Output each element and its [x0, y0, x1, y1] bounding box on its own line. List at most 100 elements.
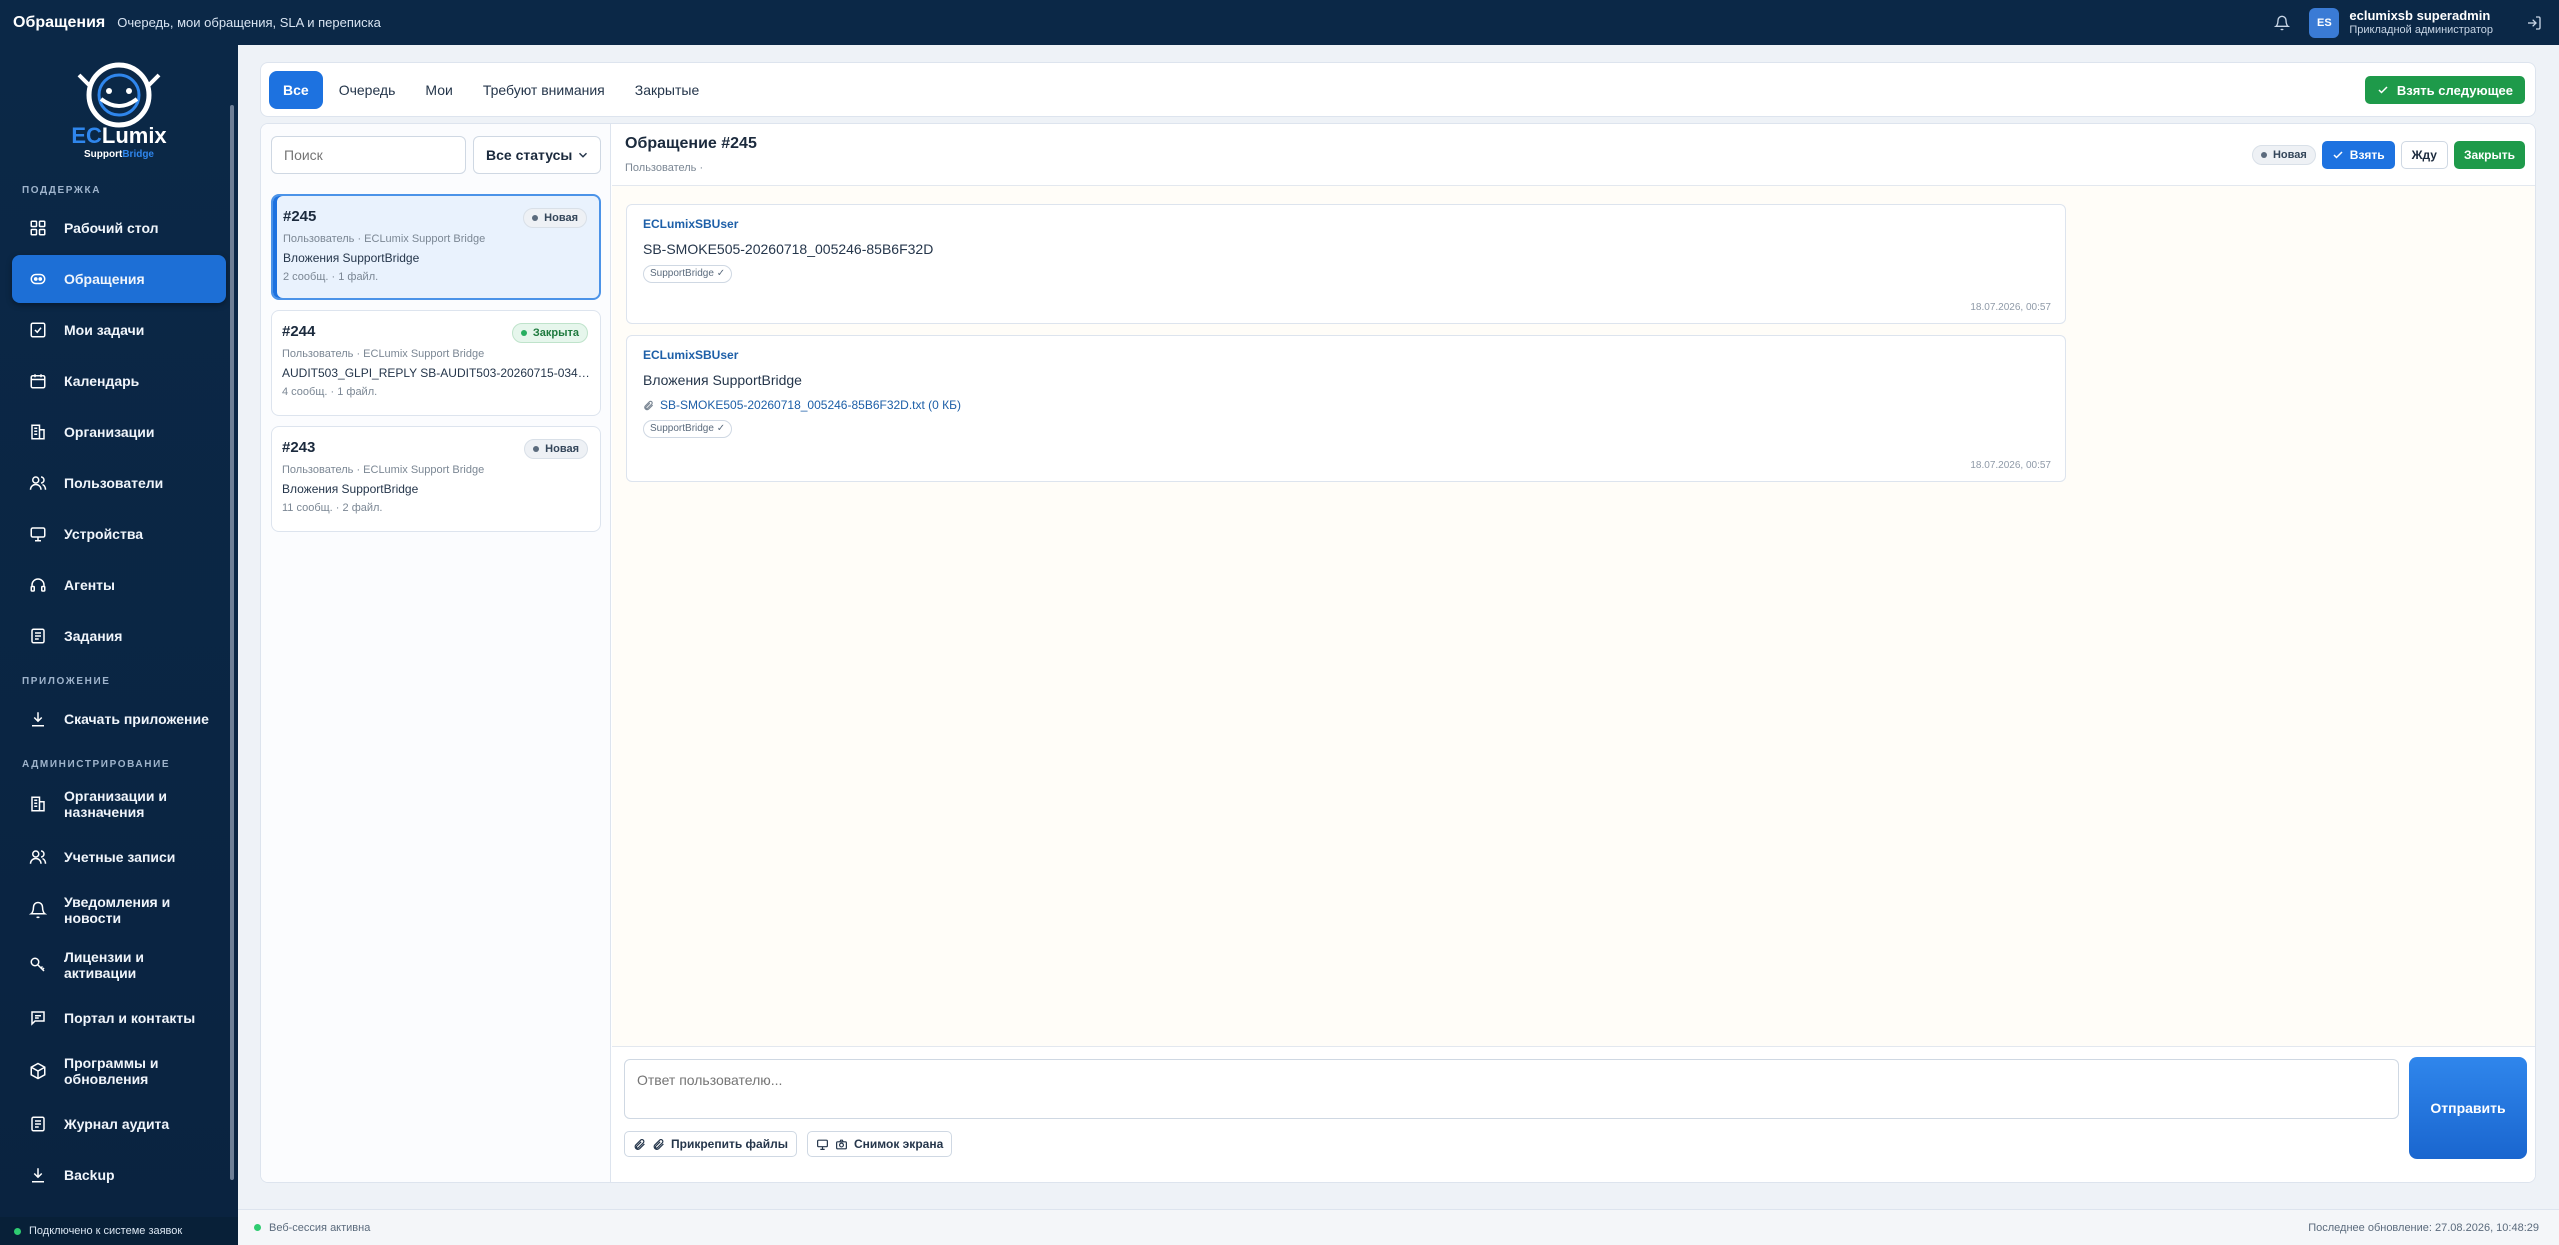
journal-icon [28, 1114, 48, 1134]
checkbox-icon [28, 320, 48, 340]
take-button-label: Взять [2349, 148, 2385, 162]
paperclip-icon [643, 400, 654, 411]
ticket-requester: Пользователь · [625, 162, 704, 174]
sidebar-scrollbar[interactable] [230, 105, 234, 1180]
sidebar-item-org-assignments[interactable]: Организации и назначения [12, 778, 226, 830]
logout-icon[interactable] [2523, 12, 2545, 34]
tab-attention[interactable]: Требуют внимания [469, 71, 619, 109]
tab-queue[interactable]: Очередь [325, 71, 410, 109]
app-subtitle: Очередь, мои обращения, SLA и переписка [117, 15, 381, 30]
key-icon [28, 955, 48, 975]
ticket-item[interactable]: #245 Новая Пользователь · ECLumix Suppor… [271, 194, 601, 300]
users-icon [28, 847, 48, 867]
sidebar-item-devices[interactable]: Устройства [12, 510, 226, 558]
source-chip: SupportBridge ✓ [643, 265, 733, 283]
tab-closed[interactable]: Закрытые [621, 71, 713, 109]
tab-mine[interactable]: Мои [411, 71, 466, 109]
status-dot-icon [14, 1227, 21, 1235]
sidebar-item-dashboard[interactable]: Рабочий стол [12, 204, 226, 252]
take-next-label: Взять следующее [2396, 82, 2513, 98]
sidebar-item-notifications[interactable]: Уведомления и новости [12, 884, 226, 936]
close-button[interactable]: Закрыть [2453, 141, 2525, 169]
send-button[interactable]: Отправить [2409, 1057, 2527, 1159]
connection-status: Подключено к системе заявок [0, 1217, 238, 1245]
sidebar-item-label: Скачать приложение [64, 711, 209, 727]
sidebar-item-calendar[interactable]: Календарь [12, 357, 226, 405]
ticket-item[interactable]: #243 Новая Пользователь · ECLumix Suppor… [271, 426, 601, 532]
status-badge: Новая [523, 208, 587, 228]
user-info[interactable]: eclumixsb superadmin Прикладной админист… [2349, 8, 2493, 37]
sidebar-item-licenses[interactable]: Лицензии и активации [12, 939, 226, 991]
sidebar-item-label: Портал и контакты [64, 1010, 196, 1026]
sidebar-item-agents[interactable]: Агенты [12, 561, 226, 609]
logo-ec: EC [71, 123, 102, 148]
ticket-item[interactable]: #244 Закрыта Пользователь · ECLumix Supp… [271, 310, 601, 416]
sidebar-item-users[interactable]: Пользователи [12, 459, 226, 507]
wait-button[interactable]: Жду [2400, 141, 2448, 169]
sidebar-item-audit[interactable]: Журнал аудита [12, 1100, 226, 1148]
paperclip-icon [633, 1138, 646, 1151]
sidebar-item-programs[interactable]: Программы и обновления [12, 1045, 226, 1097]
headset-icon [28, 575, 48, 595]
sidebar-item-backup[interactable]: Backup [12, 1151, 226, 1199]
status-badge-label: Закрыта [532, 327, 579, 339]
message-text: Вложения SupportBridge [643, 372, 802, 388]
sidebar-item-label: Учетные записи [64, 849, 176, 865]
session-status: Веб-сессия активна [269, 1221, 371, 1234]
take-button[interactable]: Взять [2321, 141, 2395, 169]
logo[interactable]: ECLumix SupportBridge [0, 45, 238, 175]
tickets-panel: Все статусы #245 Новая Пользователь · EC… [260, 123, 2536, 1183]
reply-composer: Отправить Прикрепить файлы Снимок экрана [612, 1046, 2535, 1182]
status-badge-label: Новая [2272, 149, 2307, 161]
ticket-list: Все статусы #245 Новая Пользователь · EC… [261, 124, 611, 1182]
sidebar-item-my-tasks[interactable]: Мои задачи [12, 306, 226, 354]
section-app: ПРИЛОЖЕНИЕ [22, 676, 111, 687]
tab-bar: Все Очередь Мои Требуют внимания Закрыты… [260, 62, 2536, 117]
status-dot-icon [254, 1224, 261, 1231]
list-icon [28, 626, 48, 646]
building-icon [28, 422, 48, 442]
status-footer: Веб-сессия активна Последнее обновление:… [238, 1209, 2559, 1245]
sidebar-item-accounts[interactable]: Учетные записи [12, 833, 226, 881]
chevron-down-icon [576, 148, 590, 165]
sidebar-item-tickets[interactable]: Обращения [12, 255, 226, 303]
user-role: Прикладной администратор [2349, 23, 2493, 36]
tab-all[interactable]: Все [269, 70, 323, 109]
screenshot-button[interactable]: Снимок экрана [807, 1131, 953, 1157]
last-updated: Последнее обновление: 27.08.2026, 10:48:… [2308, 1221, 2539, 1234]
status-filter-select[interactable]: Все статусы [473, 136, 601, 174]
connection-status-text: Подключено к системе заявок [29, 1225, 183, 1237]
sidebar-item-label: Уведомления и новости [64, 893, 171, 926]
download-icon [28, 1165, 48, 1185]
ticket-title: Обращение #245 [625, 135, 757, 152]
ticket-subject: Вложения SupportBridge [282, 482, 419, 496]
sidebar-item-portal[interactable]: Портал и контакты [12, 994, 226, 1042]
building-icon [28, 794, 48, 814]
sidebar-item-organizations[interactable]: Организации [12, 408, 226, 456]
chat-icon [28, 269, 48, 289]
ticket-subject: Вложения SupportBridge [283, 251, 420, 265]
calendar-icon [28, 371, 48, 391]
attach-files-button[interactable]: Прикрепить файлы [624, 1131, 797, 1157]
attachment-link[interactable]: SB-SMOKE505-20260718_005246-85B6F32D.txt… [643, 398, 2049, 412]
status-badge-label: Новая [545, 443, 579, 455]
sidebar-item-download-app[interactable]: Скачать приложение [12, 695, 226, 743]
section-support: ПОДДЕРЖКА [22, 185, 102, 196]
avatar[interactable]: ES [2309, 7, 2340, 38]
search-input[interactable] [271, 136, 466, 174]
reply-input[interactable] [624, 1059, 2399, 1119]
package-icon [28, 1061, 48, 1081]
sidebar: ECLumix SupportBridge ПОДДЕРЖКА Рабочий … [0, 45, 238, 1245]
sidebar-item-label: Журнал аудита [64, 1116, 170, 1132]
check-icon [2377, 84, 2389, 96]
main-area: Все Очередь Мои Требуют внимания Закрыты… [260, 62, 2536, 1183]
message-author: ECLumixSBUser [643, 217, 739, 231]
bell-icon[interactable] [2271, 12, 2293, 34]
message-time: 18.07.2026, 00:57 [1970, 302, 2051, 313]
status-filter-value: Все статусы [486, 147, 573, 163]
sidebar-item-jobs[interactable]: Задания [12, 612, 226, 660]
users-icon [28, 473, 48, 493]
dashboard-icon [28, 218, 48, 238]
monitor-icon [28, 524, 48, 544]
take-next-button[interactable]: Взять следующее [2364, 76, 2525, 104]
